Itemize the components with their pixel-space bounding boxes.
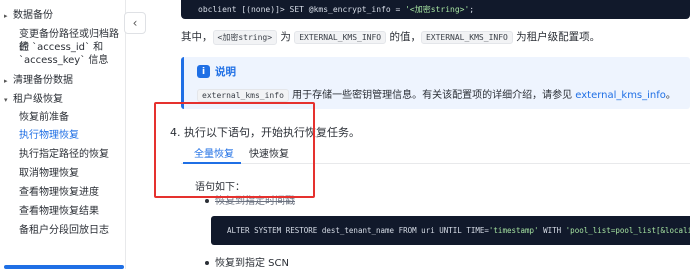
restore-tabs: 全量恢复 快速恢复 [181,142,690,164]
note-text: 。 [665,90,676,101]
code-text: WITH [538,226,566,235]
sidebar-item-label: `access_key` 信息 [19,55,109,66]
code-string: 'timestamp' [488,226,539,235]
tab-fast-restore[interactable]: 快速恢复 [249,145,289,160]
sidebar-item-restore-progress[interactable]: 查看物理恢复进度 [0,186,126,199]
code-string: '<加密string>' [405,5,470,14]
bullet-icon [205,261,209,265]
sidebar-item-data-backup[interactable]: ▸ 数据备份 [0,9,126,23]
list-item: 恢复到指定时间戳 [205,192,295,207]
sidebar-item-label: 执行物理恢复 [19,130,79,141]
code-text: obclient [(none)]> SET @kms_encrypt_info… [198,5,406,14]
inline-code: <加密string> [212,30,278,45]
sidebar-item-restore-result[interactable]: 查看物理恢复结果 [0,205,126,218]
sidebar-item-label: 查看物理恢复结果 [19,206,99,217]
code-block-restore: ALTER SYSTEM RESTORE dest_tenant_name FR… [211,216,690,245]
note-text: 用于存储一些密钥管理信息。有关该配置项的详细介绍，请参见 [288,90,576,101]
sidebar-item-label: 的 `access_id` 和 [19,42,104,53]
step-heading: 4. 执行以下语句，开始执行恢复任务。 [170,126,360,139]
para-text: 的值， [386,31,421,43]
list-item: 恢复到指定 SCN [205,254,289,269]
code-snippet-top: obclient [(none)]> SET @kms_encrypt_info… [181,0,690,19]
sidebar-item-change-path-3[interactable]: `access_key` 信息 [0,54,126,67]
sidebar-item-standby-log[interactable]: 备租户分段回放日志 [0,224,126,237]
sidebar-item-label: 恢复前准备 [19,112,69,123]
sidebar-item-label: 查看物理恢复进度 [19,187,99,198]
sidebar-item-label: 租户级恢复 [13,94,63,105]
para-text: 为 [277,31,295,43]
inline-code: external_kms_info [197,89,289,102]
sidebar-item-restore-prep[interactable]: 恢复前准备 [0,111,126,124]
code-string: 'pool_list=pool_list[&locality=lo [565,226,690,235]
list-item-text: 恢复到指定 SCN [215,258,289,269]
tab-full-restore[interactable]: 全量恢复 [194,145,234,160]
list-item-text: 恢复到指定时间戳 [215,196,295,207]
chevron-right-icon: ▸ [4,12,8,20]
sidebar-scrollbar[interactable] [4,265,124,269]
sidebar-item-label: 清理备份数据 [13,75,73,86]
chevron-right-icon: ▸ [4,77,8,85]
sidebar-item-path-restore[interactable]: 执行指定路径的恢复 [0,148,126,161]
chevron-down-icon: ▾ [4,96,8,104]
sidebar-nav: ▸ 数据备份 变更备份路径或归档路径 的 `access_id` 和 `acces… [0,0,126,269]
note-title: i 说明 [197,64,236,79]
sidebar-item-label: 取消物理恢复 [19,168,79,179]
sidebar-item-label: 执行指定路径的恢复 [19,149,109,160]
sidebar-item-tenant-restore[interactable]: ▾ 租户级恢复 [0,93,126,107]
description-paragraph: 其中， <加密string> 为 EXTERNAL_KMS_INFO 的值， EXT… [181,29,600,45]
sidebar-item-change-path-2[interactable]: 的 `access_id` 和 [0,41,126,54]
inline-code: EXTERNAL_KMS_INFO [294,31,387,44]
active-tab-indicator [183,162,241,164]
bullet-icon [205,199,209,203]
para-text: 为租户级配置项。 [512,31,601,43]
sidebar-item-cancel-restore[interactable]: 取消物理恢复 [0,167,126,180]
sidebar-item-clean-backup[interactable]: ▸ 清理备份数据 [0,74,126,88]
info-icon: i [197,65,210,78]
collapse-sidebar-button[interactable]: ‹ [124,12,146,34]
sidebar-item-label: 备租户分段回放日志 [19,225,109,236]
code-text: ALTER SYSTEM RESTORE dest_tenant_name FR… [227,226,489,235]
note-body: external_kms_info 用于存储一些密钥管理信息。有关该配置项的详细… [197,86,676,102]
chevron-left-icon: ‹ [132,16,138,30]
statement-label: 语句如下： [195,182,245,193]
note-title-text: 说明 [215,66,236,78]
sidebar-item-label: 数据备份 [13,10,53,21]
code-text: ; [469,5,475,14]
para-text: 其中， [181,31,213,43]
sidebar-item-physical-restore[interactable]: 执行物理恢复 [0,129,126,142]
external-kms-info-link[interactable]: external_kms_info [575,90,666,101]
inline-code: EXTERNAL_KMS_INFO [420,31,513,44]
